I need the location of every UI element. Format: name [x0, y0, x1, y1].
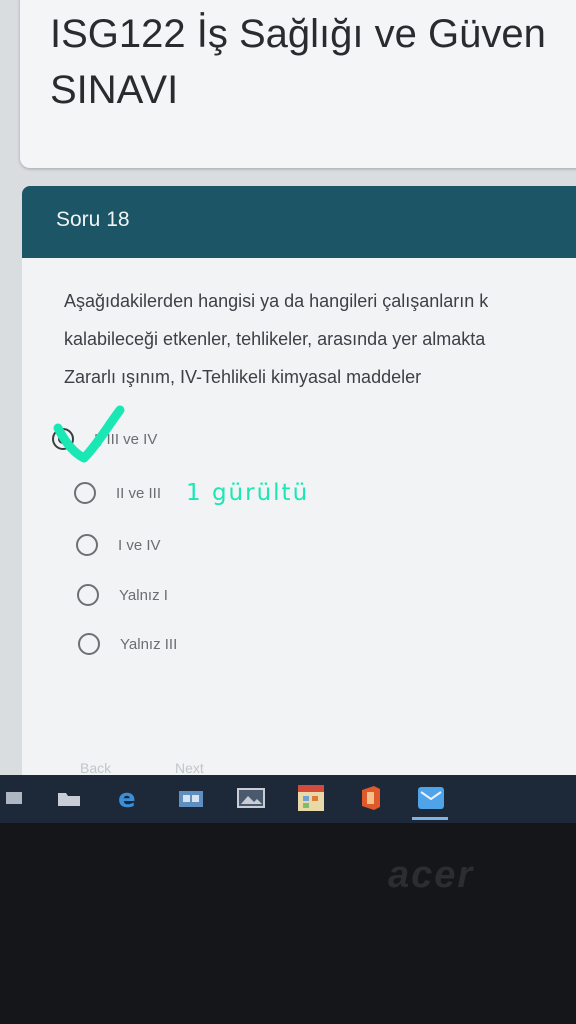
edge-browser-icon[interactable]: e	[114, 783, 144, 813]
answer-option-5[interactable]: Yalnız III	[78, 629, 177, 659]
answer-option-3[interactable]: I ve IV	[76, 530, 161, 560]
page-title: ISG122 İş Sağlığı ve Güven SINAVI	[50, 6, 576, 118]
svg-text:e: e	[118, 784, 136, 812]
question-text-line: Aşağıdakilerden hangisi ya da hangileri …	[64, 291, 489, 311]
question-text-line: kalabileceği etkenler, tehlikeler, arası…	[64, 329, 486, 349]
radio-button[interactable]	[78, 633, 100, 655]
store-icon[interactable]	[176, 783, 206, 813]
calendar-app-icon[interactable]	[296, 783, 326, 813]
radio-button[interactable]	[77, 584, 99, 606]
form-navigation: Back Next	[80, 760, 264, 776]
answer-option-label: Yalnız III	[120, 635, 178, 653]
task-view-icon[interactable]	[0, 783, 30, 813]
browser-screen: ISG122 İş Sağlığı ve Güven SINAVI Soru 1…	[0, 0, 576, 790]
page-title-line-1: ISG122 İş Sağlığı ve Güven	[50, 12, 546, 56]
question-text-line: Zararlı ışınım, IV-Tehlikeli kimyasal ma…	[64, 367, 422, 387]
question-header: Soru 18	[22, 186, 576, 258]
answer-option-label: I, III ve IV	[94, 430, 158, 448]
laptop-brand-logo: acer	[388, 854, 475, 896]
answer-option-2[interactable]: II ve III	[74, 478, 161, 508]
next-button[interactable]: Next	[175, 760, 204, 776]
radio-button[interactable]	[74, 482, 96, 504]
answer-option-label: I ve IV	[118, 536, 161, 554]
question-text: Aşağıdakilerden hangisi ya da hangileri …	[64, 282, 576, 396]
file-explorer-icon[interactable]	[54, 783, 84, 813]
back-button[interactable]: Back	[80, 760, 111, 776]
form-title-card: ISG122 İş Sağlığı ve Güven SINAVI	[20, 0, 576, 168]
answer-option-label: Yalnız I	[119, 586, 168, 604]
mail-app-icon[interactable]	[416, 783, 446, 813]
active-app-indicator	[412, 817, 448, 820]
office-icon[interactable]	[356, 783, 386, 813]
answer-option-label: II ve III	[116, 484, 162, 502]
windows-taskbar: e	[0, 775, 576, 823]
answer-option-4[interactable]: Yalnız I	[77, 580, 168, 610]
page-title-line-2: SINAVI	[50, 68, 179, 112]
answer-option-1[interactable]: I, III ve IV	[52, 424, 157, 454]
question-number: Soru 18	[56, 208, 130, 231]
radio-button[interactable]	[76, 534, 98, 556]
radio-button-selected[interactable]	[52, 428, 74, 450]
photos-icon[interactable]	[236, 783, 266, 813]
